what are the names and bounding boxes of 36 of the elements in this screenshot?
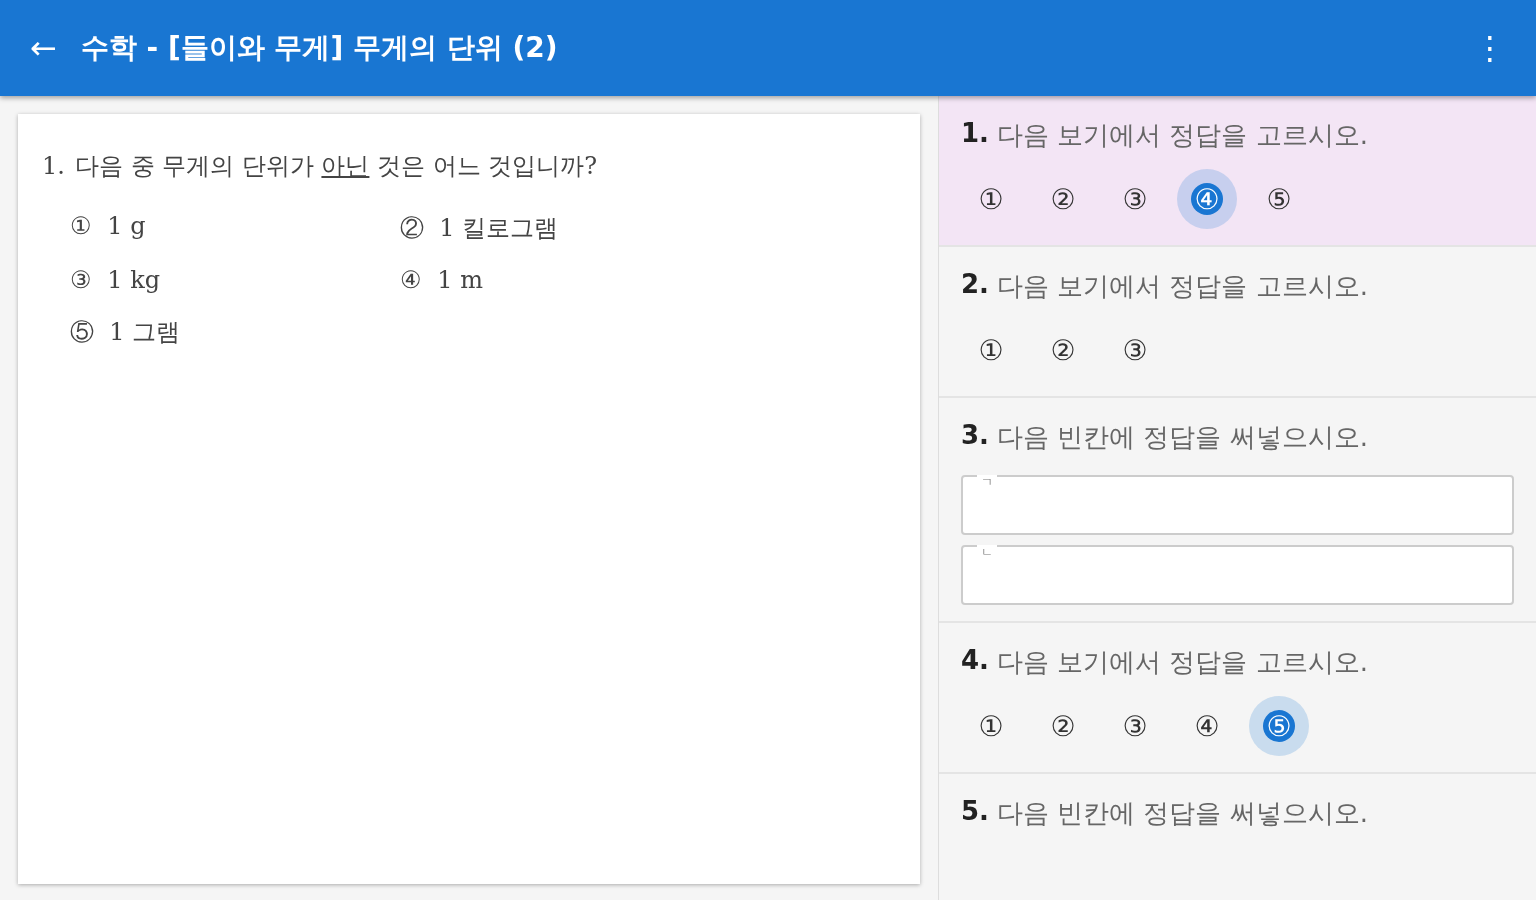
back-button[interactable]: ← bbox=[24, 29, 63, 67]
answer-number: 1. bbox=[961, 118, 989, 150]
answer-option: ② 1 킬로그램 bbox=[400, 212, 730, 244]
choice-button[interactable]: ⑤ bbox=[1249, 696, 1309, 756]
question-number: 1. bbox=[42, 151, 65, 182]
choice-button[interactable]: ① bbox=[961, 169, 1021, 229]
answer-option: ⑤ 1 그램 bbox=[70, 316, 400, 348]
answer-field[interactable]: ㄴ bbox=[961, 545, 1514, 605]
answer-number: 4. bbox=[961, 645, 989, 677]
answer-prompt: 다음 보기에서 정답을 고르시오. bbox=[996, 119, 1369, 152]
answer-number: 2. bbox=[961, 269, 989, 301]
answer-prompt: 다음 보기에서 정답을 고르시오. bbox=[996, 646, 1369, 679]
answer-prompt: 다음 빈칸에 정답을 써넣으시오. bbox=[996, 421, 1369, 454]
menu-button[interactable]: ⋮ bbox=[1468, 29, 1512, 67]
choice-button[interactable]: ⑤ bbox=[1249, 169, 1309, 229]
answer-section[interactable]: 1. 다음 보기에서 정답을 고르시오. ① ② ③ ④ ⑤ bbox=[939, 96, 1536, 247]
answer-option: ③ 1 kg bbox=[70, 266, 400, 294]
answer-field[interactable]: ㄱ bbox=[961, 475, 1514, 535]
answer-number: 3. bbox=[961, 420, 989, 452]
answer-prompt: 다음 빈칸에 정답을 써넣으시오. bbox=[996, 797, 1369, 830]
choice-button[interactable]: ④ bbox=[1177, 696, 1237, 756]
choice-button[interactable]: ③ bbox=[1105, 320, 1165, 380]
choice-button[interactable]: ④ bbox=[1177, 169, 1237, 229]
choice-button[interactable]: ② bbox=[1033, 696, 1093, 756]
page-title: 수학 - [들이와 무게] 무게의 단위 (2) bbox=[80, 30, 559, 66]
choice-button[interactable]: ① bbox=[961, 696, 1021, 756]
choice-button[interactable]: ③ bbox=[1105, 169, 1165, 229]
answer-option: ④ 1 m bbox=[400, 266, 730, 294]
answer-number: 5. bbox=[961, 796, 989, 828]
choice-button[interactable]: ② bbox=[1033, 320, 1093, 380]
question-text: 다음 중 무게의 단위가 아닌 것은 어느 것입니까? bbox=[74, 151, 599, 182]
choice-button[interactable]: ② bbox=[1033, 169, 1093, 229]
answer-option: ① 1 g bbox=[70, 212, 400, 244]
answer-prompt: 다음 보기에서 정답을 고르시오. bbox=[996, 270, 1369, 303]
choice-button[interactable]: ① bbox=[961, 320, 1021, 380]
choice-button[interactable]: ③ bbox=[1105, 696, 1165, 756]
